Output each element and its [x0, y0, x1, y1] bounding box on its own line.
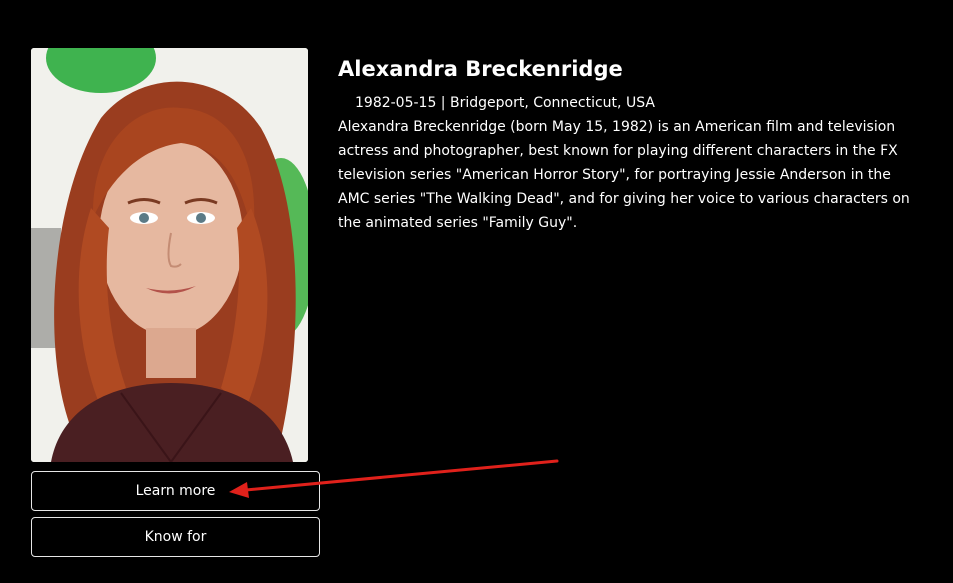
person-biography: Alexandra Breckenridge (born May 15, 198… — [338, 119, 910, 231]
person-info: Alexandra Breckenridge 1982-05-15 | Brid… — [338, 54, 923, 235]
profile-photo — [31, 48, 308, 462]
known-for-button[interactable]: Know for — [31, 517, 320, 557]
person-name: Alexandra Breckenridge — [338, 57, 623, 81]
learn-more-button[interactable]: Learn more — [31, 471, 320, 511]
profile-photo-image — [31, 48, 308, 462]
person-detail-page: Learn more Know for Alexandra Breckenrid… — [0, 0, 953, 583]
person-birth-info: 1982-05-15 | Bridgeport, Connecticut, US… — [355, 95, 655, 111]
